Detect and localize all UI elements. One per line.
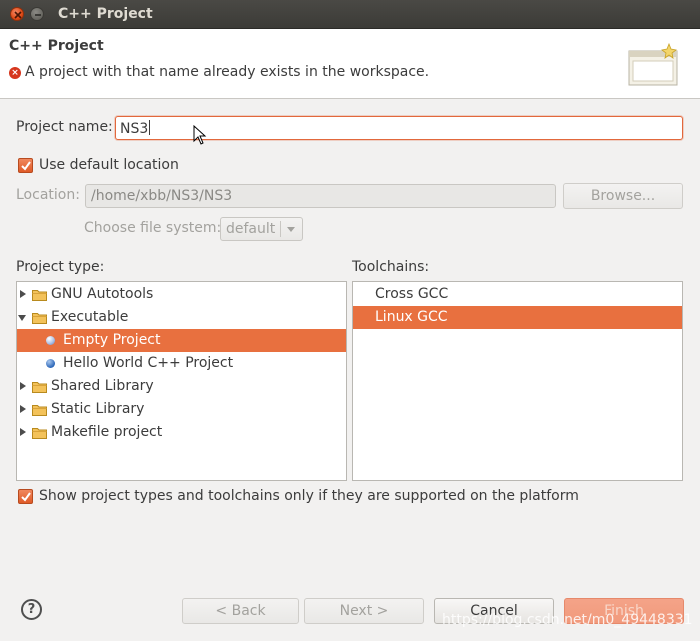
help-icon[interactable]: ? [21, 599, 42, 620]
project-type-tree[interactable]: GNU Autotools Executable Empty Project H… [16, 281, 347, 481]
toolchains-list[interactable]: Cross GCC Linux GCC [352, 281, 683, 481]
folder-icon [32, 428, 47, 439]
template-icon [46, 359, 55, 368]
expand-arrow-icon[interactable] [20, 428, 26, 436]
tree-item-executable[interactable]: Executable [17, 306, 346, 329]
tree-item-empty-project[interactable]: Empty Project [17, 329, 346, 352]
tree-item-hello-world[interactable]: Hello World C++ Project [17, 352, 346, 375]
toolchains-label: Toolchains: [352, 259, 430, 275]
close-icon [14, 11, 22, 19]
file-system-select[interactable]: default [220, 217, 303, 241]
minimize-window-button[interactable] [30, 7, 44, 21]
list-item-cross-gcc[interactable]: Cross GCC [353, 283, 682, 306]
back-button[interactable]: < Back [182, 598, 299, 624]
tree-item-gnu-autotools[interactable]: GNU Autotools [17, 283, 346, 306]
tree-item-shared-library[interactable]: Shared Library [17, 375, 346, 398]
error-icon: × [9, 67, 21, 79]
supported-only-checkbox[interactable] [18, 489, 33, 504]
expand-arrow-icon[interactable] [20, 290, 26, 298]
supported-only-label: Show project types and toolchains only i… [39, 488, 579, 504]
template-icon [46, 336, 55, 345]
use-default-location-checkbox[interactable] [18, 158, 33, 173]
project-type-label: Project type: [16, 259, 105, 275]
project-name-label: Project name: [16, 119, 113, 135]
page-title: C++ Project [9, 38, 104, 54]
chevron-down-icon [287, 227, 295, 232]
window-title: C++ Project [58, 6, 153, 22]
list-item-linux-gcc[interactable]: Linux GCC [353, 306, 682, 329]
tree-item-static-library[interactable]: Static Library [17, 398, 346, 421]
window-titlebar[interactable]: C++ Project [0, 0, 700, 29]
collapse-arrow-icon[interactable] [18, 315, 26, 321]
checkmark-icon [21, 492, 31, 502]
file-system-value: default [226, 221, 276, 237]
minimize-icon [35, 14, 41, 16]
close-window-button[interactable] [10, 7, 24, 21]
wizard-banner: C++ Project × A project with that name a… [0, 29, 700, 99]
wizard-banner-icon [628, 42, 678, 86]
folder-icon [32, 290, 47, 301]
file-system-label: Choose file system: [84, 220, 222, 236]
expand-arrow-icon[interactable] [20, 382, 26, 390]
mouse-pointer-icon [193, 125, 207, 145]
folder-open-icon [32, 313, 47, 324]
expand-arrow-icon[interactable] [20, 405, 26, 413]
checkmark-icon [21, 161, 31, 171]
use-default-location-label: Use default location [39, 157, 179, 173]
folder-icon [32, 382, 47, 393]
folder-icon [32, 405, 47, 416]
location-label: Location: [16, 187, 80, 203]
watermark-text: https://blog.csdn.net/m0_49448331 [442, 612, 693, 628]
browse-button[interactable]: Browse... [563, 183, 683, 209]
tree-item-makefile-project[interactable]: Makefile project [17, 421, 346, 444]
location-input[interactable]: /home/xbb/NS3/NS3 [85, 184, 556, 208]
project-name-value: NS3 [120, 121, 149, 137]
next-button[interactable]: Next > [304, 598, 424, 624]
error-message: A project with that name already exists … [25, 64, 430, 80]
